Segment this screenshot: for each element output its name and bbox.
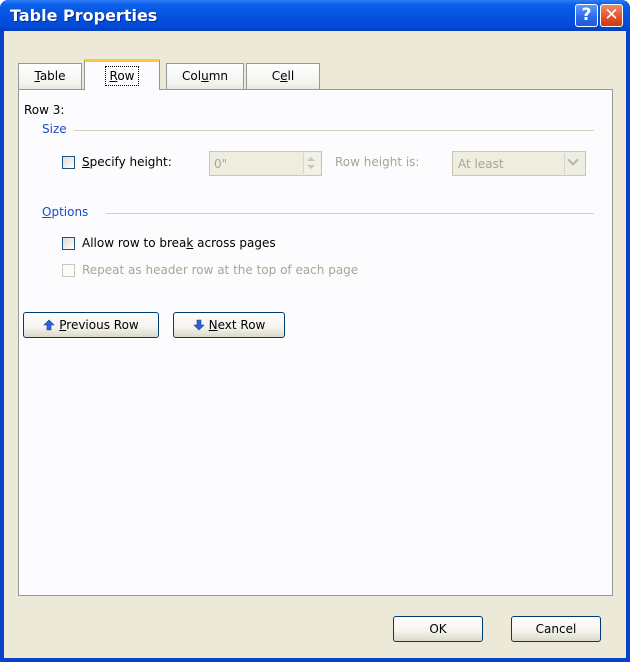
- tab-cell-label: Cell: [271, 69, 295, 83]
- row-tab-panel: Row 3: Size Specify height: 0" Row heigh…: [18, 89, 613, 596]
- tab-row[interactable]: Row: [84, 59, 160, 90]
- help-icon: ?: [581, 5, 592, 25]
- allow-row-break-checkbox[interactable]: [62, 237, 75, 250]
- ok-button[interactable]: OK: [393, 616, 483, 642]
- previous-row-button[interactable]: Previous Row: [23, 312, 159, 338]
- repeat-header-row-checkbox: [62, 264, 75, 277]
- spin-down-icon: [307, 165, 315, 169]
- spin-up-icon: [307, 157, 315, 161]
- help-button[interactable]: ?: [575, 4, 598, 27]
- tab-column-label: Column: [182, 69, 228, 83]
- dialog-title: Table Properties: [10, 6, 158, 25]
- next-row-label: Next Row: [208, 318, 266, 332]
- tab-cell[interactable]: Cell: [246, 63, 320, 89]
- row-number-label: Row 3:: [24, 103, 65, 117]
- dialog-client-area: Table Row Column Cell Row 3: Size Specif…: [4, 31, 626, 658]
- tab-row-label: Row: [104, 66, 140, 86]
- chevron-down-icon: [567, 154, 579, 166]
- options-group-title: Options: [42, 205, 89, 219]
- tab-table-label: Table: [34, 69, 66, 83]
- arrow-up-icon: [43, 319, 55, 331]
- table-properties-dialog: Table Properties ? ✕ Table Row Column Ce…: [0, 0, 630, 662]
- size-group-title: Size: [42, 122, 67, 136]
- tab-column[interactable]: Column: [166, 63, 244, 89]
- row-height-rule-value: At least: [458, 157, 504, 171]
- row-height-rule-select[interactable]: At least: [452, 151, 586, 176]
- specify-height-checkbox[interactable]: [62, 156, 75, 169]
- repeat-header-row-label: Repeat as header row at the top of each …: [82, 263, 359, 277]
- dropdown-button[interactable]: [564, 153, 584, 174]
- specify-height-label[interactable]: Specify height:: [82, 155, 172, 169]
- previous-row-label: Previous Row: [59, 318, 139, 332]
- row-height-spinner[interactable]: [303, 153, 320, 174]
- next-row-button[interactable]: Next Row: [173, 312, 285, 338]
- row-height-input[interactable]: 0": [209, 151, 322, 176]
- close-icon: ✕: [604, 5, 619, 25]
- arrow-down-icon: [192, 319, 205, 331]
- size-group-divider: [74, 130, 594, 131]
- cancel-button[interactable]: Cancel: [511, 616, 601, 642]
- tab-table[interactable]: Table: [18, 63, 82, 89]
- row-height-is-label: Row height is:: [335, 155, 420, 169]
- allow-row-break-label[interactable]: Allow row to break across pages: [82, 236, 276, 250]
- close-button[interactable]: ✕: [600, 4, 623, 27]
- row-height-value: 0": [214, 157, 228, 171]
- title-bar: Table Properties ? ✕: [0, 0, 630, 31]
- options-group-divider: [106, 213, 594, 214]
